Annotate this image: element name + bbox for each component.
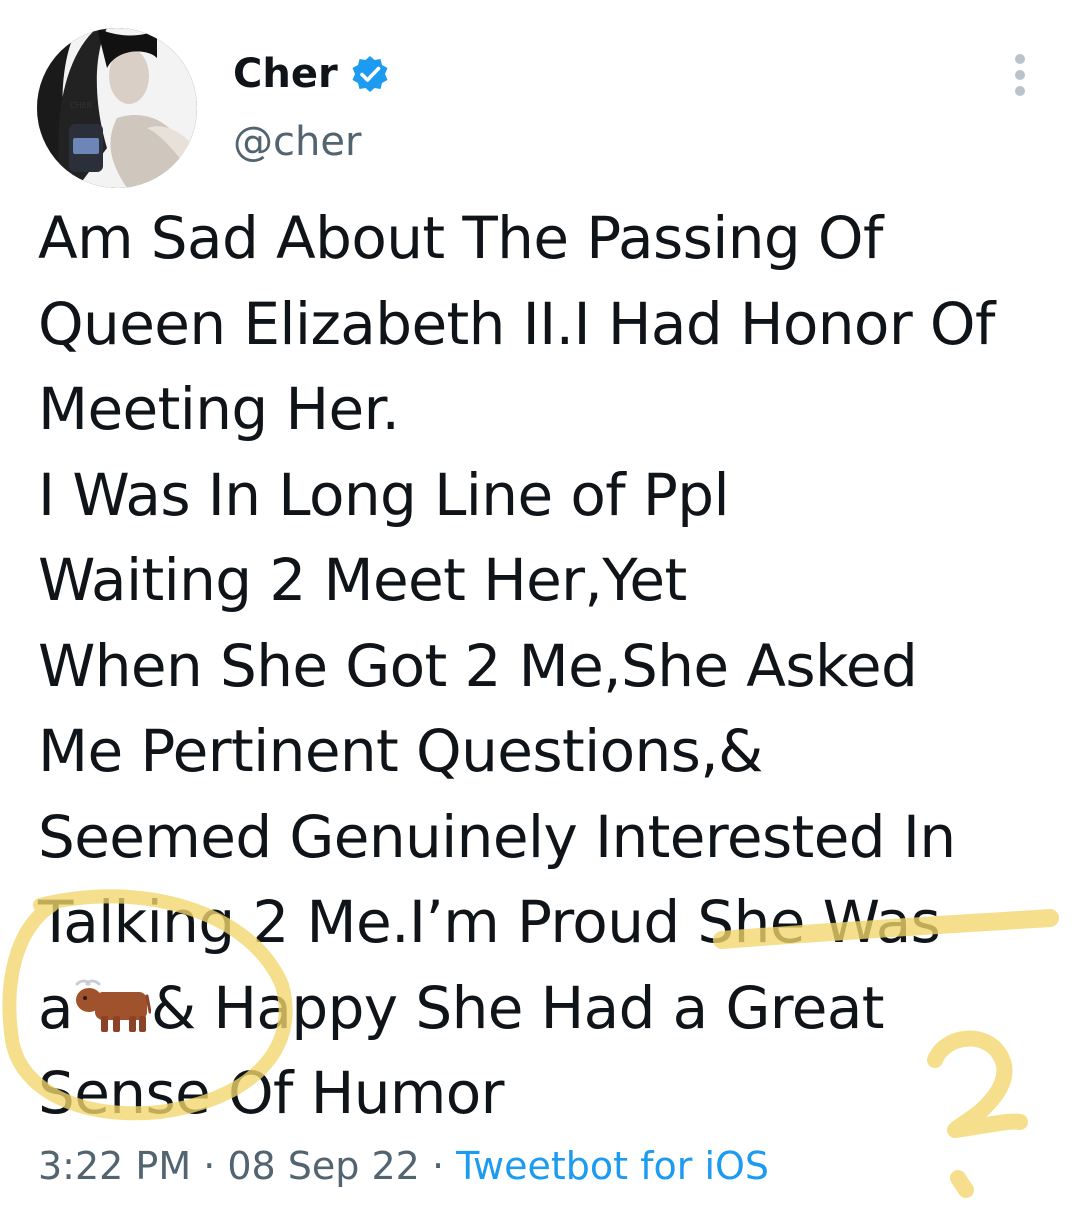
tweet-source-link[interactable]: Tweetbot for iOS (456, 1144, 769, 1188)
more-dot (1015, 70, 1025, 80)
more-options-icon[interactable] (1000, 50, 1040, 100)
tweet-text: Am Sad About The Passing Of Queen Elizab… (38, 196, 1058, 1137)
tweet-line: Me Pertinent Questions,& (38, 717, 763, 785)
verified-badge-icon (352, 56, 388, 92)
tweet-line: I Was In Long Line of Ppl (38, 460, 730, 529)
tweet-line-with-emoji: a & Happy She Had a Great (38, 966, 1058, 1052)
avatar-portrait-icon: CHER (37, 28, 197, 188)
more-dot (1015, 54, 1025, 64)
ox-emoji-icon (75, 979, 151, 1032)
display-name[interactable]: Cher (233, 48, 338, 100)
more-dot (1015, 86, 1025, 96)
tweet-date[interactable]: 08 Sep 22 (227, 1144, 420, 1188)
tweet-word: a (38, 973, 74, 1042)
avatar[interactable]: CHER (37, 28, 197, 188)
author-name-row[interactable]: Cher (233, 48, 390, 100)
tweet-line: When She Got 2 Me,She Asked (38, 631, 918, 700)
tweet-line: Queen Elizabeth II.I Had Honor Of (38, 289, 995, 358)
tweet-line: Talking 2 Me.I’m Proud She Was (38, 888, 941, 956)
question-mark-dot (950, 1170, 974, 1198)
avatar-brand-text: CHER (70, 101, 93, 110)
tweet-line: Waiting 2 Meet Her,Yet (38, 546, 687, 614)
meta-separator: · (191, 1144, 228, 1188)
tweet-line: Seemed Genuinely Interested In (38, 802, 956, 871)
tweet-meta: 3:22 PM · 08 Sep 22 · Tweetbot for iOS (38, 1138, 769, 1194)
tweet-line: Sense Of Humor (38, 1059, 505, 1127)
tweet-word: & Happy She Had a Great (150, 973, 885, 1042)
tweet-time[interactable]: 3:22 PM (38, 1144, 191, 1188)
meta-separator: · (419, 1144, 457, 1188)
tweet-line: Am Sad About The Passing Of (38, 204, 883, 272)
author-handle[interactable]: @cher (233, 116, 361, 168)
tweet-line: Meeting Her. (38, 375, 400, 443)
